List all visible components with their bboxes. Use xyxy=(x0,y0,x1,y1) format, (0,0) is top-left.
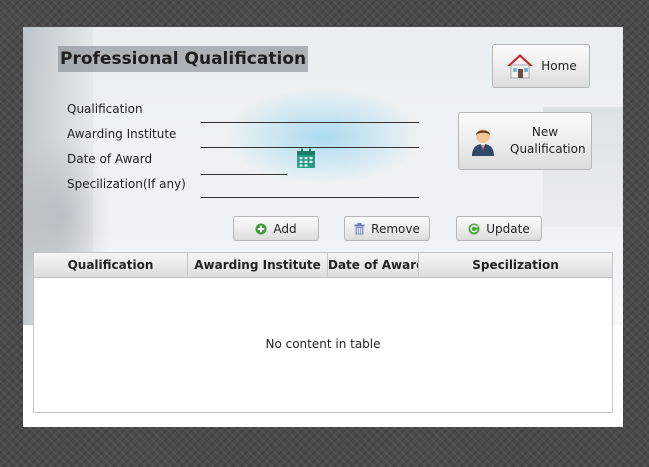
home-button[interactable]: Home xyxy=(492,44,590,88)
qualification-table[interactable]: Qualification Awarding Institute Date of… xyxy=(33,252,613,413)
update-button-label: Update xyxy=(486,221,530,236)
page-title: Professional Qualification xyxy=(58,46,309,72)
remove-button[interactable]: Remove xyxy=(344,216,430,241)
specilization-label: Specilization(If any) xyxy=(67,177,186,191)
column-header-qualification[interactable]: Qualification xyxy=(34,253,188,277)
home-icon xyxy=(505,52,535,80)
update-button[interactable]: Update xyxy=(456,216,542,241)
new-qualification-button[interactable]: New Qualification xyxy=(458,112,592,170)
remove-button-label: Remove xyxy=(371,221,420,236)
new-qualification-label-line1: New xyxy=(531,125,559,139)
table-header: Qualification Awarding Institute Date of… xyxy=(34,253,612,278)
column-header-specilization[interactable]: Specilization xyxy=(419,253,612,277)
trash-icon xyxy=(354,222,365,235)
column-header-date-of-award[interactable]: Date of Award xyxy=(328,253,419,277)
home-button-label: Home xyxy=(541,59,577,73)
qualification-window: Professional Qualification Qualification… xyxy=(23,27,623,427)
person-icon xyxy=(470,126,496,156)
refresh-icon xyxy=(468,223,480,235)
table-empty-message: No content in table xyxy=(265,337,381,351)
plus-circle-icon xyxy=(255,223,267,235)
date-of-award-label: Date of Award xyxy=(67,152,153,166)
new-qualification-label-line2: Qualification xyxy=(510,142,586,156)
add-button-label: Add xyxy=(273,221,297,236)
column-header-awarding-institute[interactable]: Awarding Institute xyxy=(188,253,328,277)
calendar-icon[interactable] xyxy=(296,148,316,169)
add-button[interactable]: Add xyxy=(233,216,319,241)
specilization-field[interactable] xyxy=(201,197,419,198)
qualification-label: Qualification xyxy=(67,102,143,116)
qualification-field[interactable] xyxy=(201,122,419,123)
date-of-award-field[interactable] xyxy=(201,174,287,175)
awarding-institute-label: Awarding Institute xyxy=(67,127,177,141)
